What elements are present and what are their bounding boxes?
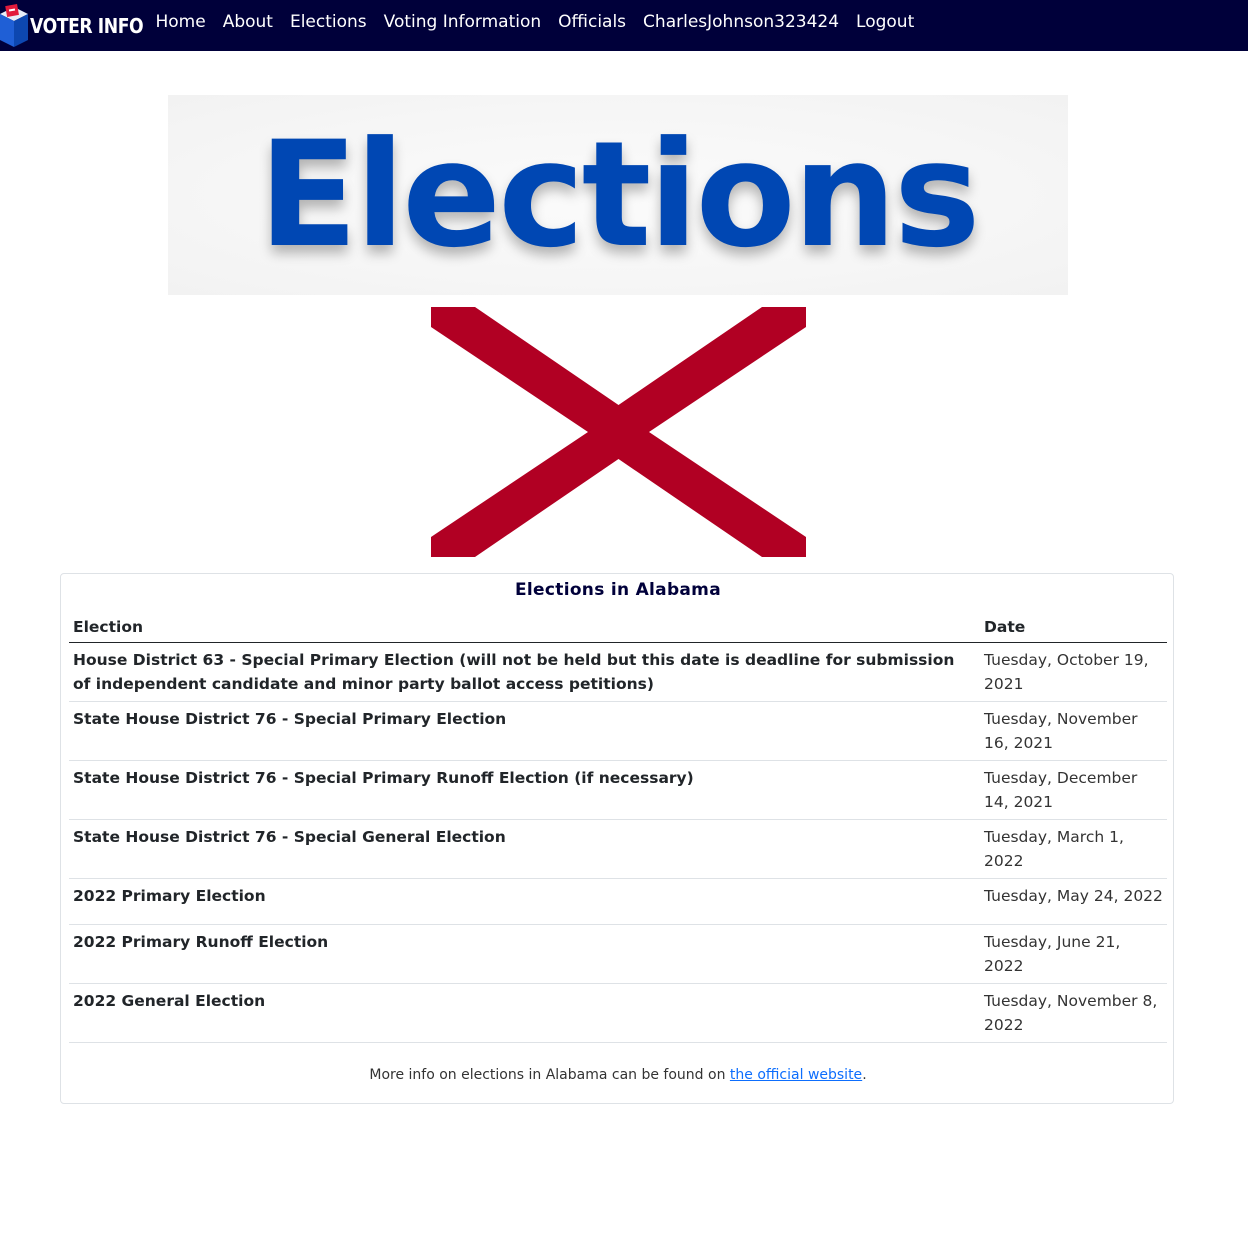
table-header-row: Election Date — [69, 612, 1167, 643]
footer-note-prefix: More info on elections in Alabama can be… — [369, 1067, 730, 1083]
nav-links: Home About Elections Voting Information … — [147, 0, 923, 43]
table-row: House District 63 - Special Primary Elec… — [69, 642, 1167, 702]
election-date: Tuesday, May 24, 2022 — [980, 878, 1167, 925]
table-row: State House District 76 - Special Genera… — [69, 819, 1167, 879]
elections-banner: Elections — [168, 95, 1068, 295]
nav-link-about[interactable]: About — [214, 12, 281, 32]
nav-link-officials[interactable]: Officials — [550, 12, 635, 32]
ballot-box-icon — [0, 3, 28, 47]
nav-link-user-profile[interactable]: CharlesJohnson323424 — [635, 12, 848, 32]
election-name: State House District 76 - Special Genera… — [69, 819, 980, 879]
brand-text: VOTER INFO — [30, 13, 144, 38]
election-date: Tuesday, March 1, 2022 — [980, 819, 1167, 879]
official-website-link[interactable]: the official website — [730, 1067, 862, 1083]
nav-link-home[interactable]: Home — [147, 12, 214, 32]
election-name: 2022 General Election — [69, 983, 980, 1043]
column-header-election: Election — [69, 612, 980, 643]
table-row: 2022 Primary Election Tuesday, May 24, 2… — [69, 878, 1167, 925]
nav-link-voting-information[interactable]: Voting Information — [375, 12, 549, 32]
table-row: 2022 Primary Runoff Election Tuesday, Ju… — [69, 924, 1167, 984]
top-navbar: VOTER INFO Home About Elections Voting I… — [0, 0, 1248, 51]
election-name: House District 63 - Special Primary Elec… — [69, 642, 980, 702]
election-name: 2022 Primary Election — [69, 878, 980, 925]
table-row: State House District 76 - Special Primar… — [69, 760, 1167, 820]
election-date: Tuesday, December 14, 2021 — [980, 760, 1167, 820]
election-date: Tuesday, November 16, 2021 — [980, 701, 1167, 761]
footer-note: More info on elections in Alabama can be… — [61, 1067, 1175, 1083]
election-name: State House District 76 - Special Primar… — [69, 701, 980, 761]
table-row: 2022 General Election Tuesday, November … — [69, 983, 1167, 1043]
banner-title: Elections — [258, 110, 980, 280]
column-header-date: Date — [980, 612, 1167, 643]
elections-table: Election Date House District 63 - Specia… — [69, 612, 1167, 1043]
election-date: Tuesday, November 8, 2022 — [980, 983, 1167, 1043]
brand-link[interactable]: VOTER INFO — [0, 0, 162, 51]
election-name: 2022 Primary Runoff Election — [69, 924, 980, 984]
election-name: State House District 76 - Special Primar… — [69, 760, 980, 820]
table-row: State House District 76 - Special Primar… — [69, 701, 1167, 761]
nav-link-logout[interactable]: Logout — [848, 12, 923, 32]
election-date: Tuesday, June 21, 2022 — [980, 924, 1167, 984]
alabama-flag-icon — [431, 307, 806, 557]
footer-note-suffix: . — [862, 1067, 867, 1083]
card-title: Elections in Alabama — [515, 580, 721, 600]
elections-card: Elections in Alabama Election Date House… — [60, 573, 1174, 1104]
nav-link-elections[interactable]: Elections — [281, 12, 375, 32]
election-date: Tuesday, October 19, 2021 — [980, 642, 1167, 702]
